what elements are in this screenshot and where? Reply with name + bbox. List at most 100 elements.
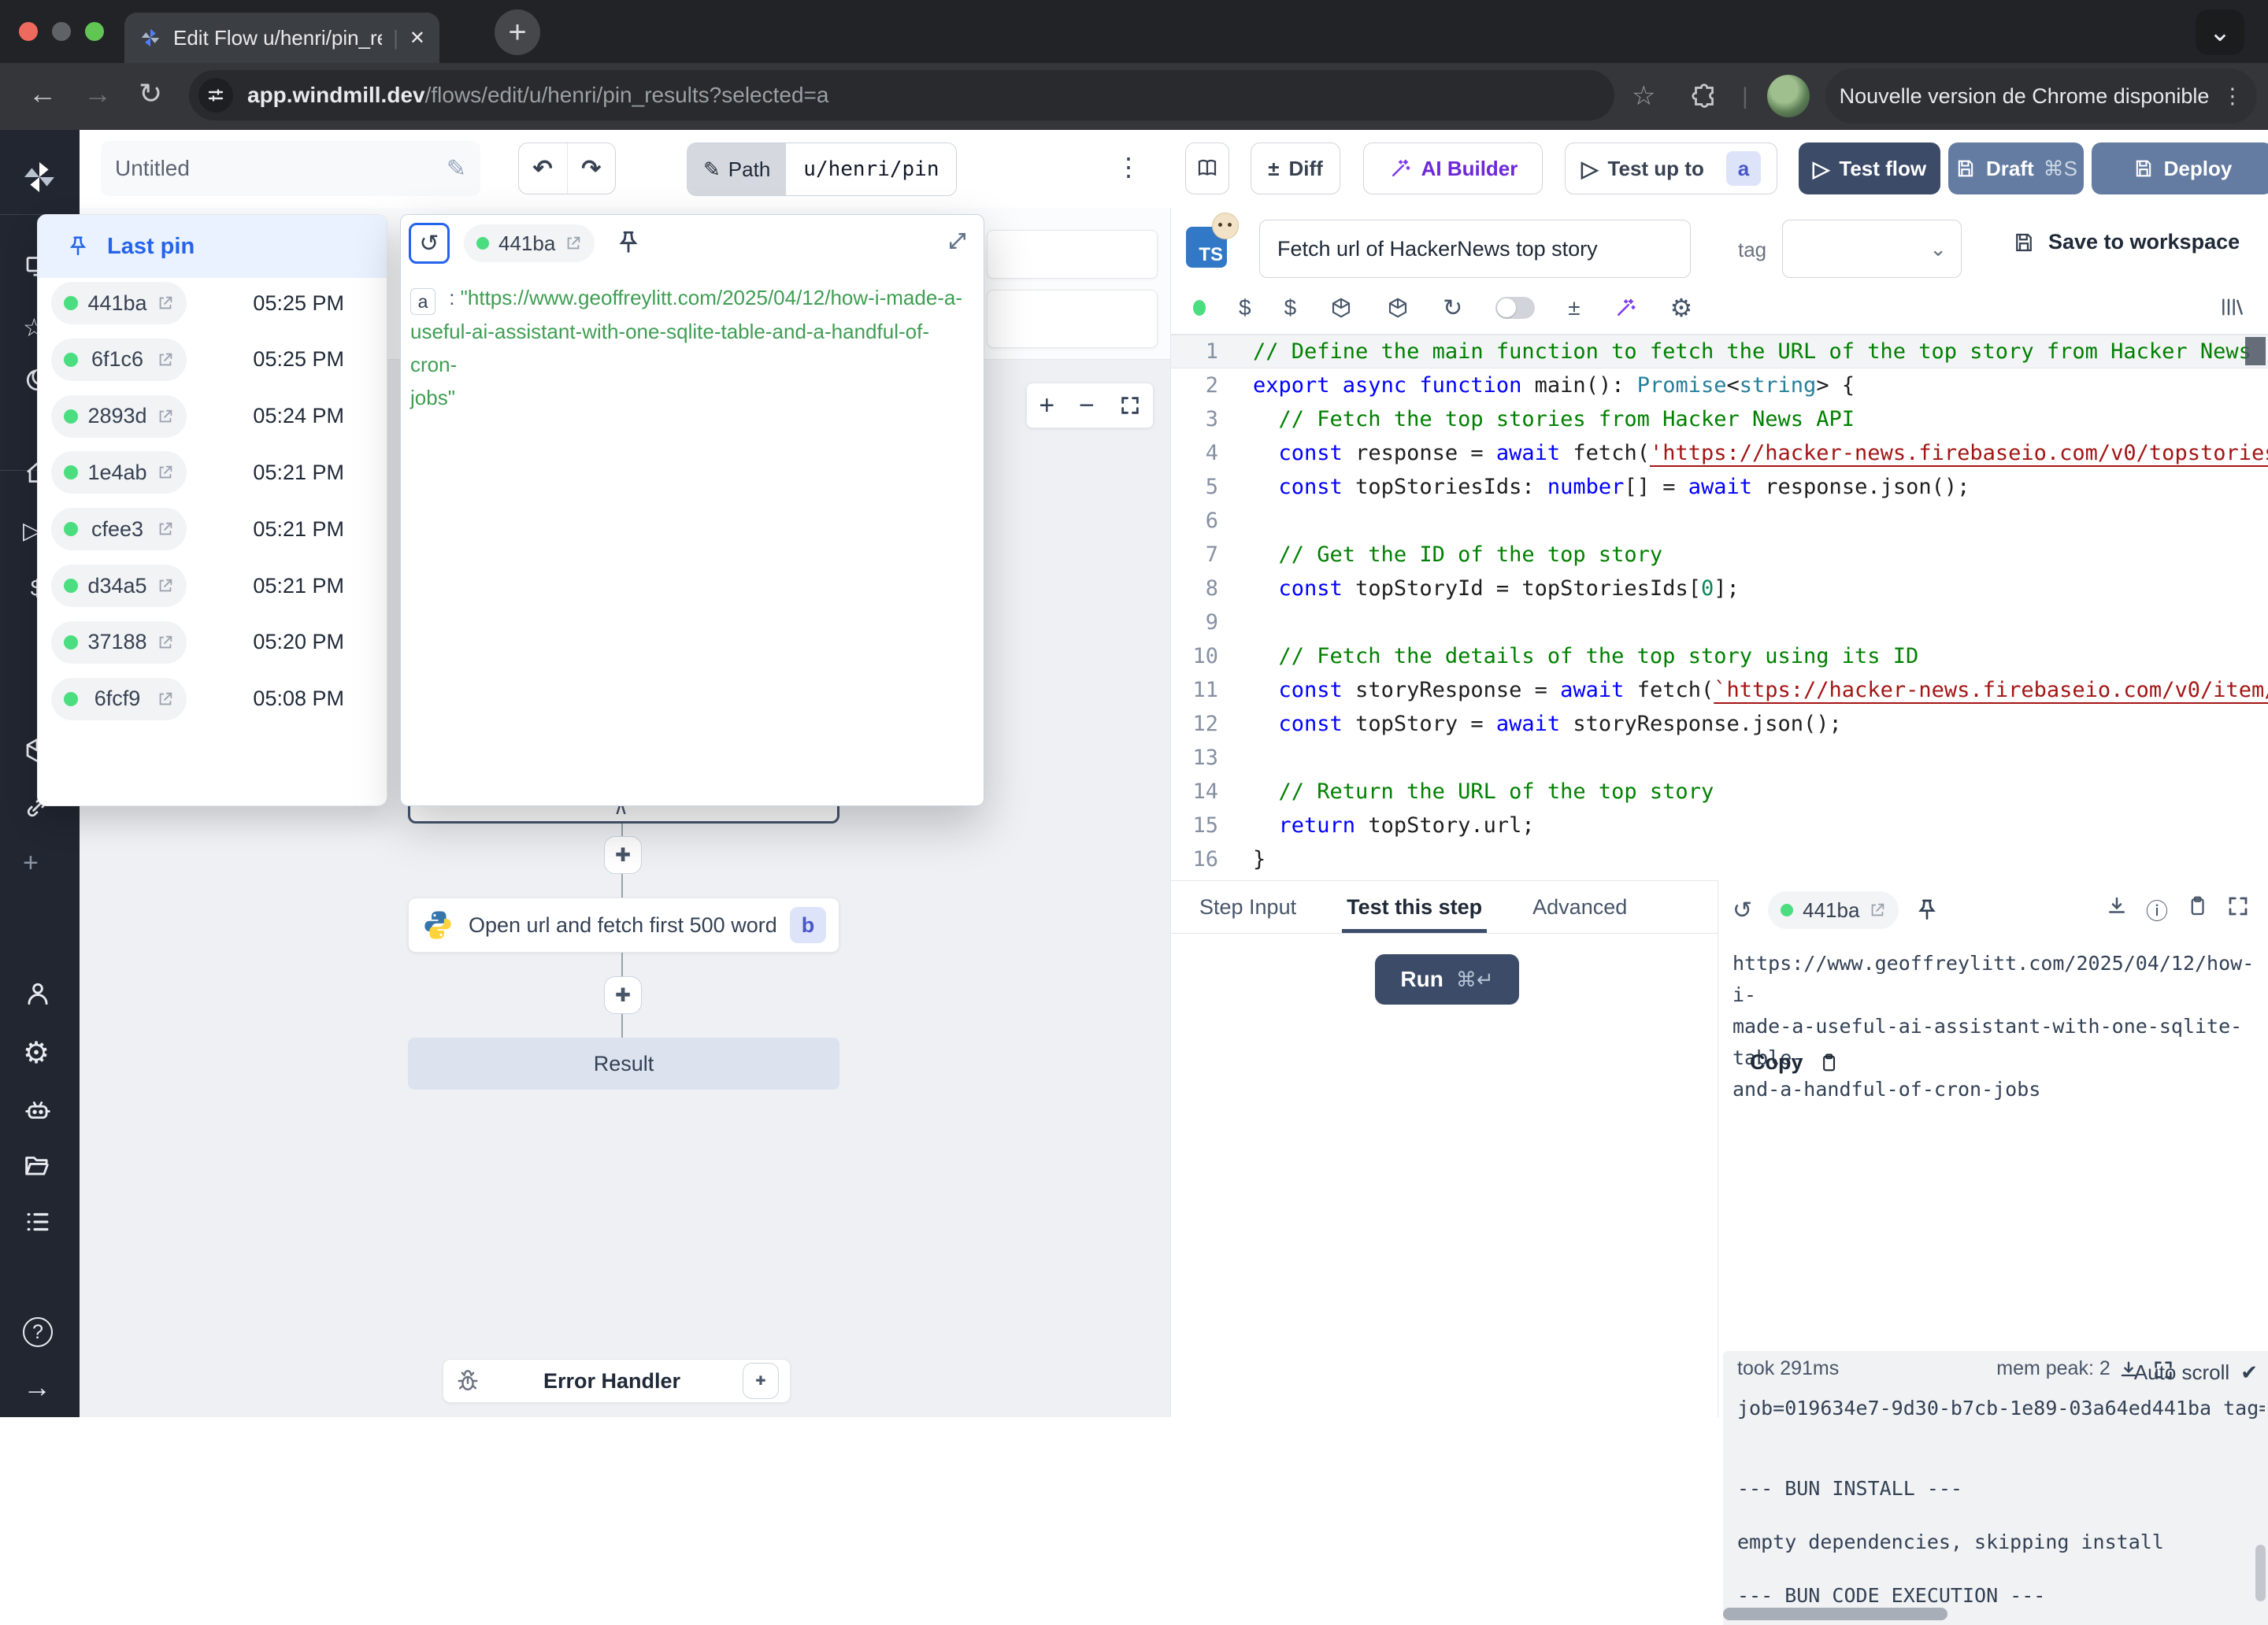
- window-close-button[interactable]: [19, 22, 38, 41]
- deploy-button[interactable]: Deploy: [2092, 143, 2268, 194]
- log-horizontal-scrollbar[interactable]: [1723, 1608, 1947, 1620]
- zoom-in-button[interactable]: +: [1039, 391, 1054, 421]
- settings-gear-icon[interactable]: ⚙: [1670, 293, 1693, 323]
- pin-icon[interactable]: [1914, 898, 1940, 923]
- fullscreen-icon[interactable]: [2226, 894, 2250, 918]
- flow-input-node[interactable]: [987, 230, 1158, 279]
- reload-icon[interactable]: ↻: [139, 77, 162, 110]
- resources-dollar-icon[interactable]: $: [1284, 295, 1297, 320]
- sidebar-item-apps-list-icon[interactable]: [23, 1207, 51, 1235]
- browser-tab[interactable]: Edit Flow u/henri/pin_results | ✕: [124, 13, 439, 63]
- code-line[interactable]: 2export async function main(): Promise<s…: [1171, 368, 2268, 402]
- site-info-icon[interactable]: [198, 78, 233, 113]
- edit-pencil-icon[interactable]: ✎: [447, 155, 466, 183]
- pin-list-item[interactable]: 6f1c605:25 PM: [38, 331, 387, 388]
- code-line[interactable]: 16}: [1171, 842, 2268, 876]
- toolbar-kebab-icon[interactable]: ⋮: [1116, 152, 1141, 182]
- window-minimize-button[interactable]: [52, 22, 71, 41]
- code-line[interactable]: 10 // Fetch the details of the top story…: [1171, 639, 2268, 673]
- sidebar-item-workers-robot-icon[interactable]: [23, 1095, 51, 1123]
- windmill-logo-icon[interactable]: [20, 158, 58, 196]
- path-chip[interactable]: ✎ Path u/henri/pin: [687, 143, 957, 196]
- sidebar-item-account-person-icon[interactable]: [23, 979, 51, 1007]
- code-line[interactable]: 3 // Fetch the top stories from Hacker N…: [1171, 402, 2268, 436]
- code-editor[interactable]: 1// Define the main function to fetch th…: [1171, 335, 2268, 880]
- pin-list-item[interactable]: 3718805:20 PM: [38, 614, 387, 671]
- docs-book-button[interactable]: [1185, 143, 1229, 194]
- history-icon[interactable]: ↺: [1732, 897, 1752, 924]
- code-line[interactable]: 14 // Return the URL of the top story: [1171, 775, 2268, 809]
- new-tab-button[interactable]: +: [495, 9, 540, 55]
- test-flow-button[interactable]: ▷ Test flow: [1799, 143, 1940, 194]
- pin-id-pill[interactable]: 6fcf9: [51, 678, 187, 720]
- external-link-icon[interactable]: [157, 408, 174, 425]
- extensions-puzzle-icon[interactable]: [1690, 82, 1718, 110]
- forward-icon[interactable]: →: [83, 77, 112, 110]
- info-icon[interactable]: ⓘ: [2146, 894, 2168, 926]
- window-zoom-button[interactable]: [85, 22, 104, 41]
- pin-id-pill[interactable]: 441ba: [51, 282, 187, 324]
- external-link-icon[interactable]: [157, 690, 174, 708]
- code-line[interactable]: 13: [1171, 741, 2268, 775]
- download-icon[interactable]: [2105, 894, 2129, 918]
- code-line[interactable]: 12 const topStory = await storyResponse.…: [1171, 707, 2268, 741]
- flow-step-node[interactable]: [987, 290, 1158, 348]
- pin-list-item[interactable]: 6fcf905:08 PM: [38, 671, 387, 727]
- sidebar-item-add-plus-icon[interactable]: +: [23, 848, 51, 876]
- diff-icon[interactable]: ±: [1568, 295, 1580, 320]
- browser-menu-kebab-icon[interactable]: ⋮: [2222, 84, 2243, 109]
- external-link-icon[interactable]: [157, 577, 174, 594]
- ai-builder-button[interactable]: AI Builder: [1363, 143, 1543, 194]
- expand-popup-icon[interactable]: [946, 229, 969, 253]
- editor-scrollbar-thumb[interactable]: [2245, 337, 2266, 365]
- code-line[interactable]: 7 // Get the ID of the top story: [1171, 538, 2268, 572]
- code-line[interactable]: 6: [1171, 504, 2268, 538]
- redo-button[interactable]: ↷: [568, 155, 616, 183]
- bookmark-star-icon[interactable]: ☆: [1632, 80, 1655, 112]
- copy-button[interactable]: Copy: [1750, 1050, 1840, 1075]
- sidebar-item-settings-gear-icon[interactable]: ⚙: [23, 1035, 51, 1064]
- external-link-icon[interactable]: [157, 634, 174, 651]
- pin-id-pill[interactable]: 441ba: [464, 224, 595, 262]
- clipboard-icon[interactable]: [2185, 894, 2209, 918]
- package-cube-icon[interactable]: [1329, 296, 1353, 320]
- flow-name-field[interactable]: Untitled ✎: [101, 141, 480, 196]
- pin-id-pill[interactable]: 6f1c6: [51, 339, 187, 381]
- pin-id-pill[interactable]: 37188: [51, 621, 187, 664]
- variables-dollar-icon[interactable]: $: [1239, 295, 1251, 320]
- run-button[interactable]: Run ⌘↵: [1375, 954, 1519, 1005]
- pin-list-item[interactable]: d34a505:21 PM: [38, 557, 387, 614]
- external-link-icon[interactable]: [565, 235, 582, 252]
- code-line[interactable]: 9: [1171, 605, 2268, 639]
- external-link-icon[interactable]: [1869, 901, 1886, 919]
- reload-icon[interactable]: ↻: [1443, 294, 1462, 322]
- code-line[interactable]: 8 const topStoryId = topStoriesIds[0];: [1171, 572, 2268, 605]
- library-icon[interactable]: [2219, 294, 2244, 320]
- history-button[interactable]: ↺: [409, 223, 450, 264]
- code-line[interactable]: 5 const topStoriesIds: number[] = await …: [1171, 470, 2268, 504]
- pin-list-item[interactable]: cfee305:21 PM: [38, 501, 387, 557]
- external-link-icon[interactable]: [157, 294, 174, 312]
- external-link-icon[interactable]: [157, 464, 174, 481]
- zoom-out-button[interactable]: −: [1079, 391, 1095, 421]
- address-bar[interactable]: app.windmill.dev/flows/edit/u/henri/pin_…: [189, 70, 1614, 120]
- profile-avatar[interactable]: [1767, 75, 1810, 117]
- pin-id-pill[interactable]: 441ba: [1768, 891, 1899, 929]
- code-line[interactable]: 4 const response = await fetch('https://…: [1171, 436, 2268, 470]
- step-name-input[interactable]: Fetch url of HackerNews top story: [1259, 220, 1691, 278]
- undo-button[interactable]: ↶: [519, 155, 567, 183]
- pin-id-pill[interactable]: cfee3: [51, 508, 187, 550]
- external-link-icon[interactable]: [157, 520, 174, 538]
- code-line[interactable]: 11 const storyResponse = await fetch(`ht…: [1171, 673, 2268, 707]
- test-up-to-button[interactable]: ▷ Test up to a: [1565, 143, 1777, 194]
- tag-dropdown[interactable]: ⌄: [1782, 220, 1962, 278]
- tab-test-this-step[interactable]: Test this step: [1347, 881, 1482, 933]
- pin-list-item[interactable]: 2893d05:24 PM: [38, 388, 387, 445]
- pin-id-pill[interactable]: 2893d: [51, 395, 187, 438]
- pin-id-pill[interactable]: 1e4ab: [51, 451, 187, 494]
- diff-button[interactable]: ± Diff: [1251, 143, 1340, 194]
- sidebar-expand-arrow-icon[interactable]: →: [23, 1371, 51, 1399]
- sidebar-item-folders-icon[interactable]: [23, 1150, 51, 1179]
- log-vertical-scrollbar[interactable]: [2255, 1545, 2266, 1601]
- tab-search-chevron-icon[interactable]: ⌄: [2196, 9, 2244, 55]
